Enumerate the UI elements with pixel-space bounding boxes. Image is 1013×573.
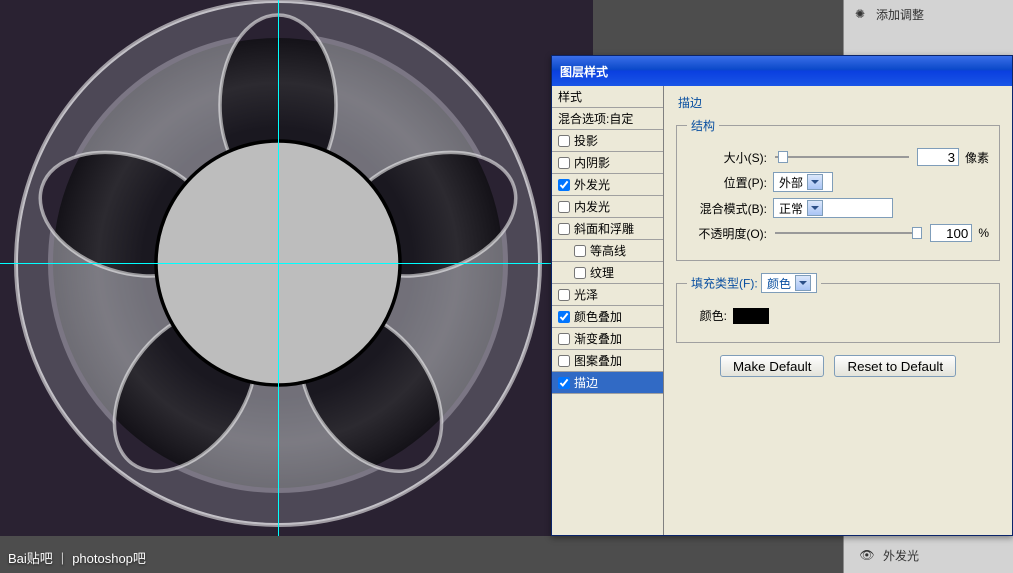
position-select[interactable]: 外部 [773, 172, 833, 192]
style-checkbox-pattern-overlay[interactable] [558, 355, 570, 367]
style-label: 斜面和浮雕 [574, 218, 634, 240]
style-label: 外发光 [574, 174, 610, 196]
style-checkbox-stroke[interactable] [558, 377, 570, 389]
eye-icon[interactable]: 👁 [857, 545, 877, 565]
opacity-input[interactable] [930, 224, 972, 242]
color-label: 颜色: [687, 307, 727, 324]
styles-list: 样式 混合选项:自定 投影内阴影外发光内发光斜面和浮雕等高线纹理光泽颜色叠加渐变… [552, 86, 664, 535]
opacity-label: 不透明度(O): [687, 225, 767, 242]
add-adjustment-label: 添加调整 [876, 6, 924, 23]
guide-vertical [278, 0, 279, 536]
style-checkbox-inner-shadow[interactable] [558, 157, 570, 169]
style-checkbox-drop-shadow[interactable] [558, 135, 570, 147]
style-label: 描边 [574, 372, 598, 394]
style-checkbox-bevel[interactable] [558, 223, 570, 235]
opacity-slider[interactable] [775, 232, 922, 234]
chevron-down-icon [807, 174, 823, 190]
style-item-contour[interactable]: 等高线 [552, 240, 663, 262]
style-checkbox-inner-glow[interactable] [558, 201, 570, 213]
style-label: 光泽 [574, 284, 598, 306]
style-checkbox-gradient-overlay[interactable] [558, 333, 570, 345]
style-checkbox-color-overlay[interactable] [558, 311, 570, 323]
watermark-board: photoshop吧 [72, 548, 146, 567]
adjustment-icon: ✺ [850, 4, 870, 24]
chevron-down-icon [807, 200, 823, 216]
filltype-select[interactable]: 颜色 [761, 273, 817, 293]
size-input[interactable] [917, 148, 959, 166]
layer-style-dialog: 图层样式 样式 混合选项:自定 投影内阴影外发光内发光斜面和浮雕等高线纹理光泽颜… [551, 55, 1013, 536]
size-unit: 像素 [965, 149, 989, 166]
style-item-texture[interactable]: 纹理 [552, 262, 663, 284]
style-label: 投影 [574, 130, 598, 152]
style-label: 内发光 [574, 196, 610, 218]
fill-fieldset: 填充类型(F): 颜色 颜色: [676, 273, 1000, 343]
style-label: 等高线 [590, 240, 626, 262]
style-checkbox-satin[interactable] [558, 289, 570, 301]
make-default-button[interactable]: Make Default [720, 355, 825, 377]
dialog-title: 图层样式 [560, 63, 608, 80]
watermark: Bai贴吧 | photoshop吧 [8, 548, 146, 567]
guide-horizontal [0, 263, 593, 264]
blendmode-label: 混合模式(B): [687, 200, 767, 217]
style-label: 图案叠加 [574, 350, 622, 372]
size-slider-thumb[interactable] [778, 151, 788, 163]
style-label: 渐变叠加 [574, 328, 622, 350]
divider-icon: | [61, 550, 64, 565]
styles-header[interactable]: 样式 [552, 86, 663, 108]
style-item-satin[interactable]: 光泽 [552, 284, 663, 306]
watermark-brand: Bai贴吧 [8, 548, 53, 567]
style-checkbox-contour[interactable] [574, 245, 586, 257]
dialog-titlebar[interactable]: 图层样式 [552, 56, 1012, 86]
filltype-label: 填充类型(F): [691, 277, 758, 291]
color-swatch[interactable] [733, 308, 769, 324]
add-adjustment[interactable]: ✺ 添加调整 [844, 0, 1013, 28]
fx-entry-label: 外发光 [883, 547, 919, 564]
style-item-color-overlay[interactable]: 颜色叠加 [552, 306, 663, 328]
style-label: 颜色叠加 [574, 306, 622, 328]
size-slider[interactable] [775, 156, 909, 158]
style-item-inner-glow[interactable]: 内发光 [552, 196, 663, 218]
layer-fx-entry[interactable]: 👁 外发光 [851, 541, 1011, 569]
style-item-stroke[interactable]: 描边 [552, 372, 663, 394]
style-item-drop-shadow[interactable]: 投影 [552, 130, 663, 152]
chevron-down-icon [795, 275, 811, 291]
reset-default-button[interactable]: Reset to Default [834, 355, 956, 377]
opacity-slider-thumb[interactable] [912, 227, 922, 239]
blend-options-header[interactable]: 混合选项:自定 [552, 108, 663, 130]
style-item-bevel[interactable]: 斜面和浮雕 [552, 218, 663, 240]
canvas[interactable] [0, 0, 593, 536]
size-label: 大小(S): [687, 149, 767, 166]
blendmode-select[interactable]: 正常 [773, 198, 893, 218]
style-checkbox-outer-glow[interactable] [558, 179, 570, 191]
stroke-settings: 描边 结构 大小(S): 像素 位置(P): 外部 混合模式(B): 正常 [664, 86, 1012, 535]
style-item-outer-glow[interactable]: 外发光 [552, 174, 663, 196]
style-item-pattern-overlay[interactable]: 图案叠加 [552, 350, 663, 372]
structure-legend: 结构 [687, 117, 719, 134]
style-checkbox-texture[interactable] [574, 267, 586, 279]
fill-legend: 填充类型(F): 颜色 [687, 273, 821, 293]
style-item-inner-shadow[interactable]: 内阴影 [552, 152, 663, 174]
style-label: 纹理 [590, 262, 614, 284]
style-label: 内阴影 [574, 152, 610, 174]
wheel-artwork [0, 0, 593, 536]
position-label: 位置(P): [687, 174, 767, 191]
structure-fieldset: 结构 大小(S): 像素 位置(P): 外部 混合模式(B): 正常 不透明度(… [676, 117, 1000, 261]
stroke-section-title: 描边 [678, 94, 1000, 111]
style-item-gradient-overlay[interactable]: 渐变叠加 [552, 328, 663, 350]
opacity-unit: % [978, 226, 989, 240]
